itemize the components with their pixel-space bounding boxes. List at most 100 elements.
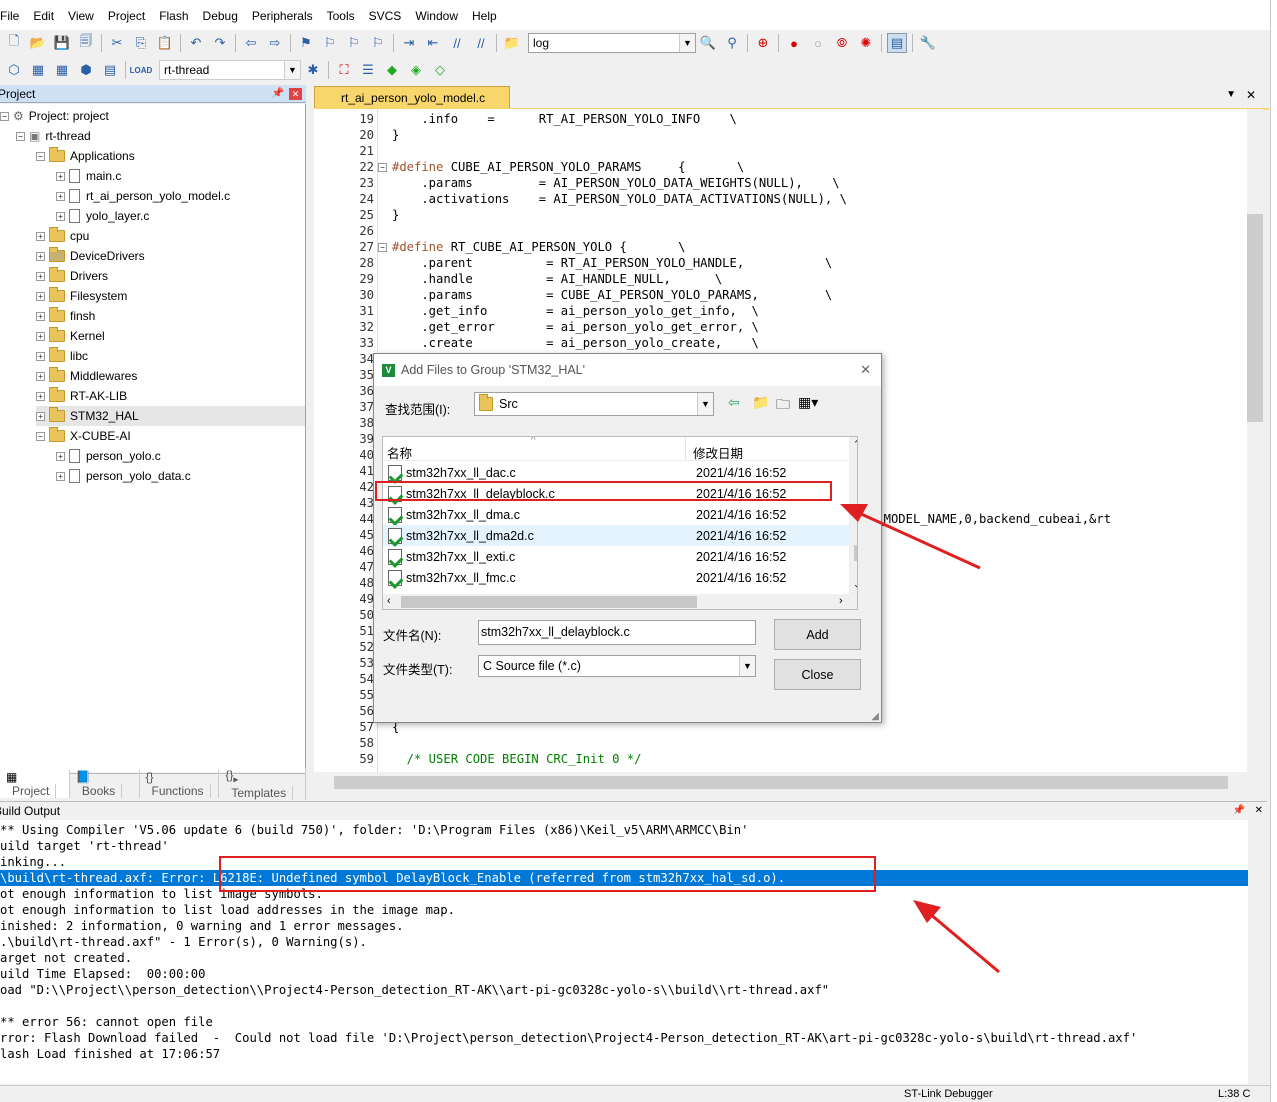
expand-icon[interactable]: + bbox=[36, 251, 45, 261]
output-vscrollbar[interactable] bbox=[1248, 820, 1264, 1084]
file-row[interactable]: stm32h7xx_ll_exti.c 2021/4/16 16:52 bbox=[383, 546, 849, 567]
breakpoint-disable-icon[interactable]: ○ bbox=[808, 33, 828, 53]
bookmark-clear-icon[interactable]: ⚐ bbox=[368, 33, 388, 53]
output-line[interactable]: .\build\rt-thread.axf" - 1 Error(s), 0 W… bbox=[0, 934, 1248, 950]
tree-group-libc[interactable]: + libc bbox=[36, 346, 88, 366]
menu-file[interactable]: File bbox=[0, 0, 26, 32]
copy-icon[interactable]: ⎘ bbox=[131, 33, 151, 53]
tree-group-x-cube-ai[interactable]: − X-CUBE-AI bbox=[36, 426, 131, 446]
pin-icon[interactable]: 📌 bbox=[272, 88, 284, 99]
menu-view[interactable]: View bbox=[61, 0, 101, 32]
save-icon[interactable]: 💾 bbox=[52, 33, 72, 53]
collapse-icon[interactable]: − bbox=[36, 151, 45, 161]
output-line[interactable]: lash Load finished at 17:06:57 bbox=[0, 1046, 1248, 1062]
expand-icon[interactable]: + bbox=[56, 171, 65, 181]
file-list[interactable]: 名称 ^ 修改日期 stm32h7xx_ll_dac.c 2021/4/16 16… bbox=[382, 436, 858, 610]
menu-svcs[interactable]: SVCS bbox=[362, 0, 409, 32]
tree-item-target[interactable]: − ▣ rt-thread bbox=[16, 126, 91, 146]
tree-file[interactable]: + person_yolo_data.c bbox=[56, 466, 191, 486]
output-line[interactable] bbox=[0, 998, 1248, 1014]
view-menu-icon[interactable]: ▦▾ bbox=[798, 394, 818, 411]
tree-group-kernel[interactable]: + Kernel bbox=[36, 326, 105, 346]
output-line[interactable]: uild target 'rt-thread' bbox=[0, 838, 1248, 854]
output-line[interactable]: uild Time Elapsed: 00:00:00 bbox=[0, 966, 1248, 982]
file-row[interactable]: stm32h7xx_ll_dma2d.c 2021/4/16 16:52 bbox=[383, 525, 849, 546]
rebuild-icon[interactable]: ▦ bbox=[52, 60, 72, 80]
tree-file[interactable]: + person_yolo.c bbox=[56, 446, 161, 466]
output-line[interactable]: arget not created. bbox=[0, 950, 1248, 966]
tree-file[interactable]: + rt_ai_person_yolo_model.c bbox=[56, 186, 230, 206]
output-line[interactable]: ot enough information to list load addre… bbox=[0, 902, 1248, 918]
dialog-close-icon[interactable]: ✕ bbox=[860, 362, 871, 378]
fold-icon[interactable]: − bbox=[378, 243, 387, 252]
close-button[interactable]: Close bbox=[774, 659, 861, 690]
add-button[interactable]: Add bbox=[774, 619, 861, 650]
build-icon[interactable]: ▦ bbox=[28, 60, 48, 80]
paste-icon[interactable]: 📋 bbox=[155, 33, 175, 53]
manage-components-icon[interactable]: ⛶ bbox=[334, 60, 354, 80]
close-tab-icon[interactable]: ✕ bbox=[1246, 88, 1256, 102]
load-icon[interactable]: LOAD bbox=[130, 60, 153, 80]
expand-icon[interactable]: + bbox=[36, 331, 45, 341]
tree-file[interactable]: + main.c bbox=[56, 166, 121, 186]
editor-hscrollbar[interactable] bbox=[314, 772, 1247, 793]
cut-icon[interactable]: ✂ bbox=[107, 33, 127, 53]
menu-flash[interactable]: Flash bbox=[152, 0, 195, 32]
chevron-down-icon[interactable]: ▼ bbox=[679, 34, 695, 52]
tree-item-project[interactable]: − ⚙ Project: project bbox=[0, 106, 109, 126]
expand-icon[interactable]: + bbox=[56, 451, 65, 461]
bookmark-next-icon[interactable]: ⚐ bbox=[344, 33, 364, 53]
file-row[interactable]: stm32h7xx_ll_dma.c 2021/4/16 16:52 bbox=[383, 504, 849, 525]
expand-icon[interactable]: + bbox=[56, 471, 65, 481]
tree-group-stm32_hal[interactable]: + STM32_HAL bbox=[36, 406, 305, 426]
expand-icon[interactable]: + bbox=[36, 291, 45, 301]
tree-group-drivers[interactable]: + Drivers bbox=[36, 266, 108, 286]
menu-tools[interactable]: Tools bbox=[320, 0, 362, 32]
expand-icon[interactable]: + bbox=[36, 371, 45, 381]
expand-icon[interactable]: + bbox=[36, 391, 45, 401]
tab-list-icon[interactable]: ▼ bbox=[1226, 89, 1236, 100]
resize-grip-icon[interactable]: ◢ bbox=[871, 711, 879, 722]
tree-group-rt-ak-lib[interactable]: + RT-AK-LIB bbox=[36, 386, 127, 406]
menu-window[interactable]: Window bbox=[408, 0, 465, 32]
output-line[interactable]: inished: 2 information, 0 warning and 1 … bbox=[0, 918, 1248, 934]
col-date[interactable]: 修改日期 bbox=[693, 443, 743, 462]
filetype-select[interactable]: C Source file (*.c) ▼ bbox=[478, 655, 756, 677]
tree-group-finsh[interactable]: + finsh bbox=[36, 306, 95, 326]
open-file-icon[interactable]: 📂 bbox=[28, 33, 48, 53]
up-folder-icon[interactable]: 📁 bbox=[752, 394, 769, 411]
menu-debug[interactable]: Debug bbox=[196, 0, 245, 32]
expand-icon[interactable]: + bbox=[56, 191, 65, 201]
uncomment-icon[interactable]: // bbox=[471, 33, 491, 53]
pin-icon[interactable]: 📌 bbox=[1233, 805, 1245, 816]
file-row[interactable]: stm32h7xx_ll_dac.c 2021/4/16 16:52 bbox=[383, 462, 849, 483]
expand-icon[interactable]: + bbox=[36, 311, 45, 321]
tree-group-filesystem[interactable]: + Filesystem bbox=[36, 286, 127, 306]
breakpoint-insert-icon[interactable]: ● bbox=[784, 33, 804, 53]
file-list-hscrollbar[interactable]: ‹ › bbox=[383, 594, 849, 609]
tab-project[interactable]: ▦ Project bbox=[0, 770, 70, 798]
breakpoint-disable-all-icon[interactable]: ⦾ bbox=[832, 33, 852, 53]
fold-icon[interactable]: − bbox=[378, 163, 387, 172]
output-line[interactable]: ** error 56: cannot open file bbox=[0, 1014, 1248, 1030]
pack-update-icon[interactable]: ◇ bbox=[430, 60, 450, 80]
output-line[interactable]: inking... bbox=[0, 854, 1248, 870]
lookin-combo[interactable]: Src ▼ bbox=[474, 392, 714, 416]
collapse-icon[interactable]: − bbox=[16, 131, 25, 141]
configure-icon[interactable]: 🔧 bbox=[918, 33, 938, 53]
tab-functions[interactable]: {} Functions bbox=[140, 770, 220, 798]
output-line-error[interactable]: \build\rt-thread.axf: Error: L6218E: Und… bbox=[0, 870, 1248, 886]
chevron-down-icon[interactable]: ▼ bbox=[739, 656, 755, 676]
editor-vscrollbar[interactable] bbox=[1247, 109, 1263, 772]
nav-back-icon[interactable]: ⇦ bbox=[241, 33, 261, 53]
tree-group-middlewares[interactable]: + Middlewares bbox=[36, 366, 137, 386]
new-file-icon[interactable]: 🗋 bbox=[4, 33, 24, 53]
find-icon[interactable]: 🔍 bbox=[698, 33, 718, 53]
breakpoint-kill-all-icon[interactable]: ✺ bbox=[856, 33, 876, 53]
comment-icon[interactable]: // bbox=[447, 33, 467, 53]
chevron-down-icon[interactable]: ▼ bbox=[284, 61, 300, 79]
unindent-icon[interactable]: ⇤ bbox=[423, 33, 443, 53]
tree-file[interactable]: + yolo_layer.c bbox=[56, 206, 149, 226]
output-line[interactable]: rror: Flash Download failed - Could not … bbox=[0, 1030, 1248, 1046]
expand-icon[interactable]: + bbox=[36, 271, 45, 281]
